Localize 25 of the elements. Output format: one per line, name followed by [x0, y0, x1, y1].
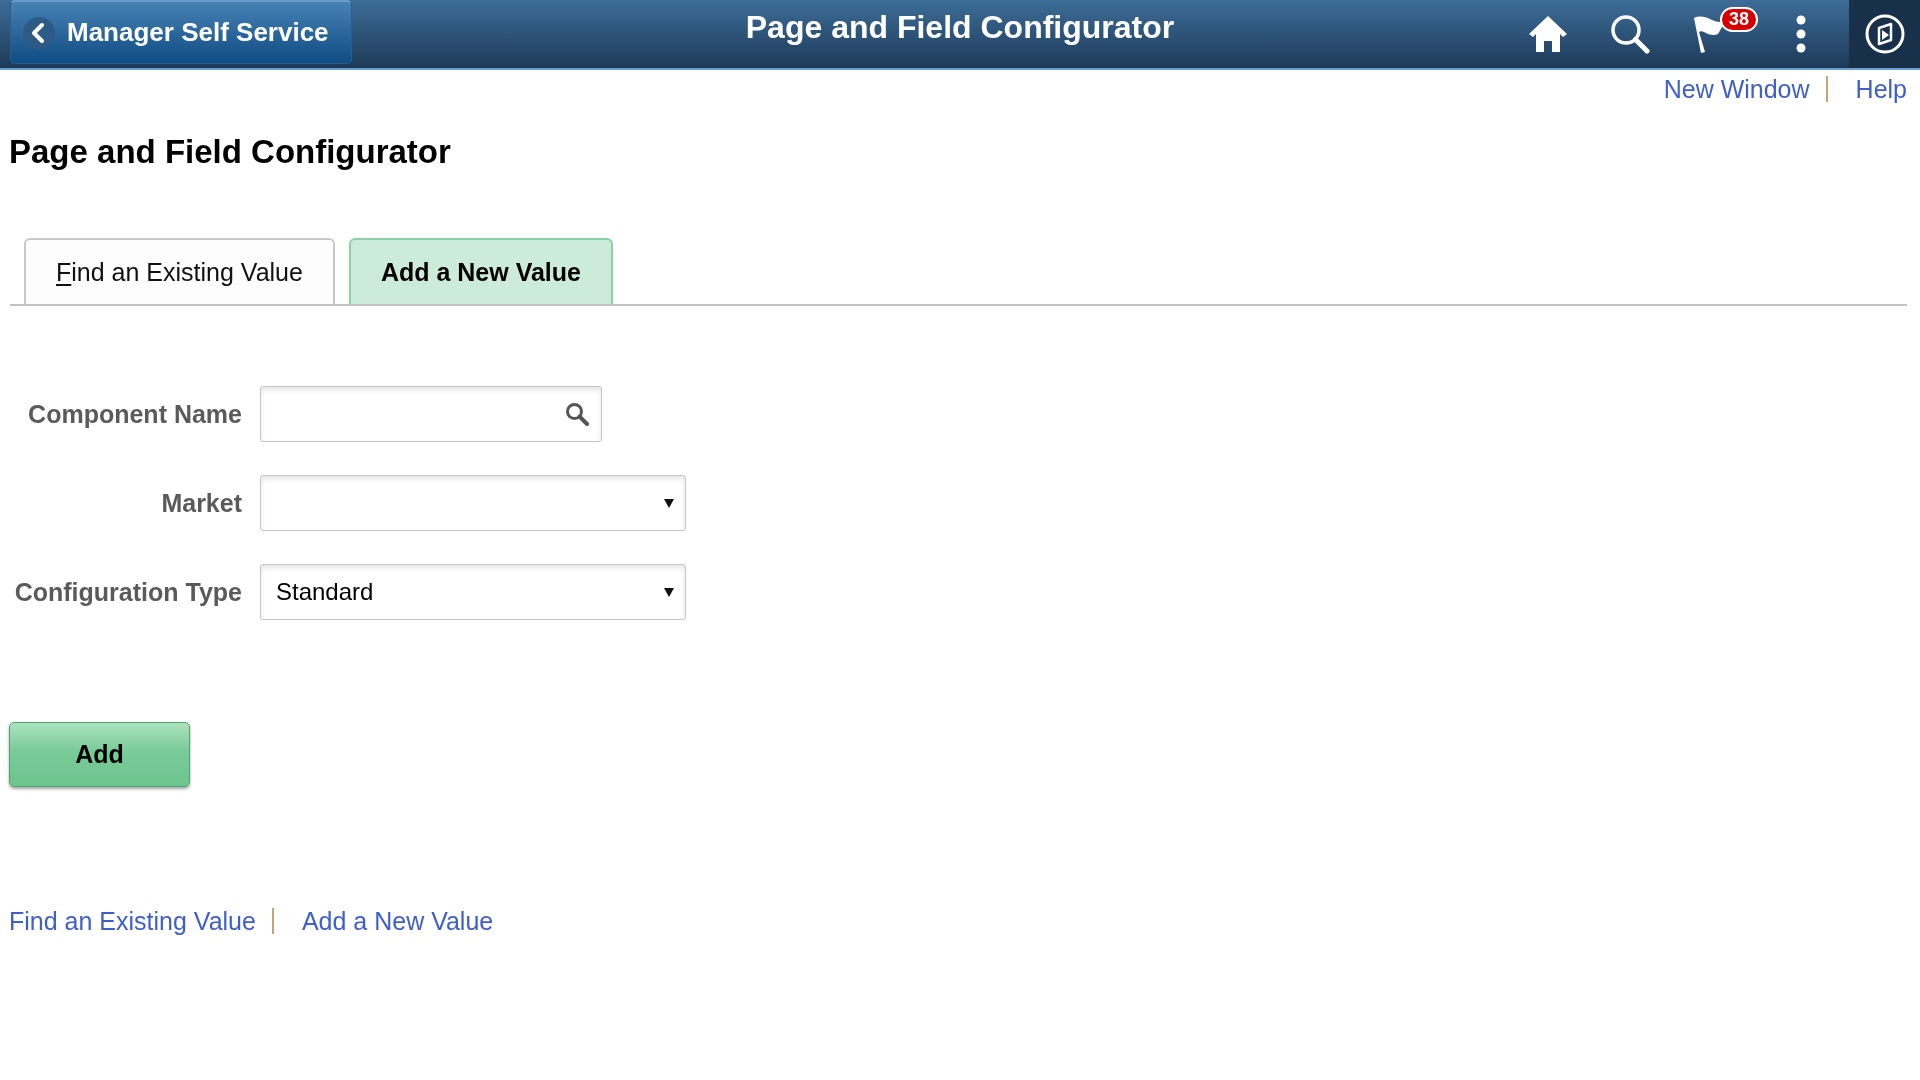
search-icon[interactable] — [565, 402, 589, 426]
caret-icon — [664, 498, 674, 508]
footer-link[interactable]: Find an Existing Value — [9, 906, 256, 936]
page-link[interactable]: Help — [1855, 74, 1907, 104]
notification-badge: 38 — [1720, 7, 1758, 32]
compass-icon — [1864, 14, 1905, 54]
page-title: Page and Field Configurator — [9, 133, 451, 171]
navbar-button[interactable] — [1849, 0, 1920, 68]
tab[interactable]: Find an Existing Value — [24, 238, 335, 304]
chevron-left-icon — [23, 16, 55, 49]
caret-icon — [664, 587, 674, 597]
footer-link[interactable]: Add a New Value — [301, 906, 494, 936]
tab[interactable]: Add a New Value — [348, 238, 613, 304]
lookup-field[interactable] — [260, 386, 602, 442]
search-icon[interactable] — [1610, 14, 1650, 54]
field-label: Component Name — [28, 399, 242, 429]
dropdown[interactable]: Standard — [260, 564, 686, 620]
vertical-dots-icon[interactable] — [1796, 15, 1806, 53]
back-button[interactable]: Manager Self Service — [10, 0, 352, 64]
add-button[interactable]: Add — [9, 722, 190, 787]
home-icon[interactable] — [1528, 14, 1568, 54]
header-title: Page and Field Configurator — [745, 8, 1175, 47]
field-label: Configuration Type — [14, 577, 242, 607]
page-link[interactable]: New Window — [1663, 74, 1810, 104]
field-label: Market — [161, 488, 242, 518]
